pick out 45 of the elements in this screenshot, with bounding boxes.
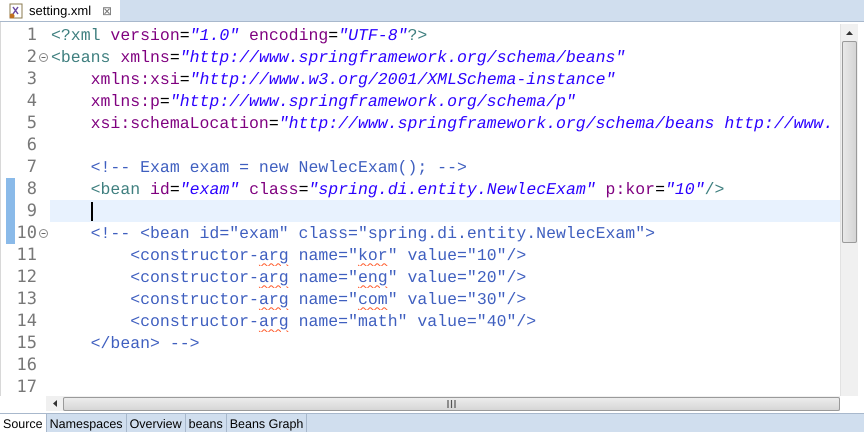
page-tab[interactable]: Overview: [126, 414, 186, 432]
line-number: 9: [26, 201, 37, 221]
line-number: 3: [26, 69, 37, 89]
line-number: 8: [26, 179, 37, 199]
line-number: 2: [26, 47, 37, 67]
line-number: 14: [16, 311, 37, 331]
code-line: <constructor-arg name="com" value="30"/>: [130, 290, 526, 308]
code-line: <constructor-arg name="math" value="40"/>: [130, 312, 536, 330]
line-number: 13: [16, 289, 37, 309]
code-line: <bean id="exam" class="spring.di.entity.NewlecExam" p:kor="10"/>: [90, 180, 724, 198]
page-tab[interactable]: Namespaces: [46, 414, 127, 432]
line-number: 15: [16, 333, 37, 353]
code-line: xmlns:p="http://www.springframework.org/schema/p": [90, 92, 576, 110]
line-number: 7: [26, 157, 37, 177]
code-line: xmlns:xsi="http://www.w3.org/2001/XMLSchema-instance": [90, 70, 616, 88]
vertical-scrollbar[interactable]: [840, 24, 858, 396]
line-number: 12: [16, 267, 37, 287]
code-line: <?xml version="1.0" encoding="UTF-8"?>: [51, 26, 428, 44]
page-tab[interactable]: beans: [186, 414, 227, 432]
xml-file-icon: [8, 2, 24, 18]
collapse-icon[interactable]: [39, 228, 48, 238]
page-tab[interactable]: Beans Graph: [226, 414, 308, 432]
file-tab[interactable]: setting.xml ⊠: [0, 0, 120, 21]
close-icon[interactable]: ⊠: [102, 4, 112, 18]
line-number: 5: [26, 113, 37, 133]
code-line: <beans xmlns="http://www.springframework.org/schema/beans": [51, 48, 626, 66]
code-line: </bean> -->: [90, 334, 200, 352]
grip-icon: [447, 400, 456, 408]
line-number: 17: [16, 377, 37, 396]
code-line: <!-- <bean id="exam" class="spring.di.entity.NewlecExam">: [90, 224, 656, 242]
line-number: 16: [16, 355, 37, 375]
code-line: <!-- Exam exam = new NewlecExam(); -->: [90, 158, 467, 176]
line-number: 4: [26, 91, 37, 111]
code-line: <constructor-arg name="eng" value="20"/>: [130, 268, 526, 286]
collapse-icon[interactable]: [39, 52, 48, 62]
code-line: <constructor-arg name="kor" value="10"/>: [130, 246, 526, 264]
page-tab[interactable]: Source: [0, 414, 47, 432]
code-line: xsi:schemaLocation="http://www.springframework.org/schema/beans http://www.: [90, 114, 834, 132]
line-number: 10: [16, 223, 37, 243]
text-cursor: [91, 202, 93, 220]
file-tab-title: setting.xml: [29, 3, 92, 18]
scroll-thumb[interactable]: [842, 41, 857, 243]
line-number: 11: [16, 245, 37, 265]
line-number: 1: [26, 25, 37, 45]
line-number: 6: [26, 135, 37, 155]
